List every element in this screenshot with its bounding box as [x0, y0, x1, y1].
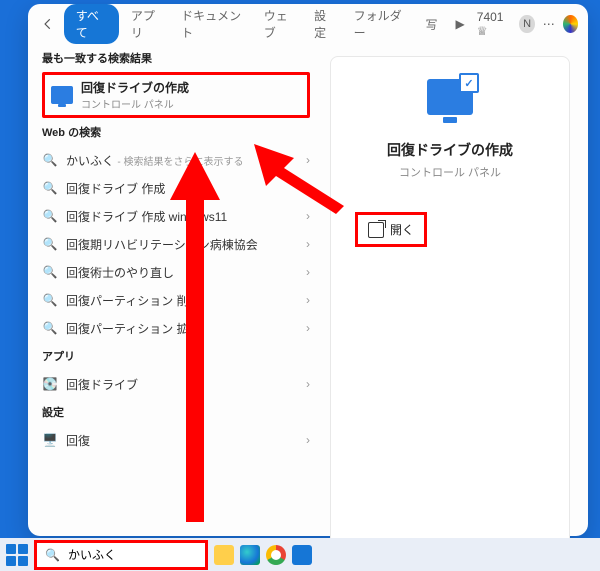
preview-card: ✓ 回復ドライブの作成 コントロール パネル 開く [330, 56, 570, 548]
web-result-label: 回復ドライブ 作成 windows11 [66, 208, 298, 225]
check-icon: ✓ [459, 73, 479, 93]
setting-result-label: 回復 [66, 432, 298, 449]
tab-settings[interactable]: 設定 [308, 7, 342, 41]
settings-section-header: 設定 [42, 404, 310, 420]
best-match-item[interactable]: 回復ドライブの作成 コントロール パネル [42, 72, 310, 118]
chevron-right-icon: › [306, 237, 310, 251]
web-result-label: 回復期リハビリテーション病棟協会 [66, 236, 298, 253]
web-result-label: 回復パーティション 拡張 [66, 320, 298, 337]
web-result-6[interactable]: 🔍 回復パーティション 拡張 › [42, 314, 310, 342]
chevron-right-icon: › [306, 153, 310, 167]
web-result-label: 回復パーティション 削除 [66, 292, 298, 309]
web-result-1[interactable]: 🔍 回復ドライブ 作成 › [42, 174, 310, 202]
search-icon: 🔍 [42, 209, 58, 223]
web-result-4[interactable]: 🔍 回復術士のやり直し › [42, 258, 310, 286]
more-icon[interactable]: ⋯ [543, 17, 555, 31]
open-external-icon [368, 222, 384, 238]
store-icon[interactable] [292, 545, 312, 565]
web-result-hint: - 検索結果をさらに表示する [117, 157, 243, 168]
taskbar-search-input[interactable] [66, 547, 197, 563]
app-result-0[interactable]: 💽 回復ドライブ › [42, 370, 310, 398]
search-icon: 🔍 [42, 321, 58, 335]
web-result-3[interactable]: 🔍 回復期リハビリテーション病棟協会 › [42, 230, 310, 258]
results-left-pane: 最も一致する検索結果 回復ドライブの作成 コントロール パネル Web の検索 … [28, 44, 318, 536]
drive-icon: 💽 [42, 377, 58, 391]
search-icon: 🔍 [42, 293, 58, 307]
chevron-right-icon: › [306, 181, 310, 195]
back-icon[interactable] [38, 13, 58, 35]
chevron-right-icon: › [306, 209, 310, 223]
best-match-title: 回復ドライブの作成 [81, 79, 189, 96]
search-icon: 🔍 [42, 153, 58, 167]
search-icon: 🔍 [45, 548, 60, 562]
chevron-right-icon: › [306, 377, 310, 391]
user-avatar[interactable]: N [519, 15, 534, 33]
search-icon: 🔍 [42, 237, 58, 251]
search-icon: 🔍 [42, 265, 58, 279]
chevron-right-icon: › [306, 433, 310, 447]
web-result-0[interactable]: 🔍 かいふく - 検索結果をさらに表示する › [42, 146, 310, 174]
monitor-icon [51, 86, 73, 104]
preview-pane: ✓ 回復ドライブの作成 コントロール パネル 開く [318, 44, 588, 536]
tab-photos[interactable]: 写 [420, 16, 444, 33]
web-result-2[interactable]: 🔍 回復ドライブ 作成 windows11 › [42, 202, 310, 230]
web-search-header: Web の検索 [42, 124, 310, 140]
tab-more-arrow[interactable]: ▶ [450, 17, 471, 31]
file-explorer-icon[interactable] [214, 545, 234, 565]
app-result-label: 回復ドライブ [66, 376, 298, 393]
open-action[interactable]: 開く [355, 212, 427, 247]
taskbar: 🔍 [0, 538, 600, 571]
rewards-points[interactable]: 7401 ♕ [477, 10, 512, 38]
apps-header: アプリ [42, 348, 310, 364]
search-icon: 🔍 [42, 181, 58, 195]
search-topbar: すべて アプリ ドキュメント ウェブ 設定 フォルダー 写 ▶ 7401 ♕ N… [28, 4, 588, 44]
web-result-label: 回復術士のやり直し [66, 264, 298, 281]
preview-subtitle: コントロール パネル [331, 164, 569, 180]
search-results-window: すべて アプリ ドキュメント ウェブ 設定 フォルダー 写 ▶ 7401 ♕ N… [28, 4, 588, 536]
tab-documents[interactable]: ドキュメント [175, 7, 252, 41]
recovery-icon: 🖥️ [42, 433, 58, 447]
best-match-subtitle: コントロール パネル [81, 96, 189, 111]
open-action-label: 開く [390, 221, 414, 238]
taskbar-search[interactable]: 🔍 [34, 540, 208, 570]
tab-apps[interactable]: アプリ [125, 7, 169, 41]
web-result-label: 回復ドライブ 作成 [66, 180, 298, 197]
web-result-label: かいふく [66, 154, 114, 168]
start-button[interactable] [6, 544, 28, 566]
web-result-5[interactable]: 🔍 回復パーティション 削除 › [42, 286, 310, 314]
tab-all[interactable]: すべて [64, 4, 119, 44]
chevron-right-icon: › [306, 265, 310, 279]
chrome-icon[interactable] [266, 545, 286, 565]
preview-title: 回復ドライブの作成 [331, 140, 569, 160]
copilot-icon[interactable] [563, 15, 578, 33]
chevron-right-icon: › [306, 293, 310, 307]
tab-web[interactable]: ウェブ [258, 7, 302, 41]
best-match-header: 最も一致する検索結果 [42, 50, 310, 66]
tab-folders[interactable]: フォルダー [348, 7, 414, 41]
edge-icon[interactable] [240, 545, 260, 565]
setting-result-0[interactable]: 🖥️ 回復 › [42, 426, 310, 454]
chevron-right-icon: › [306, 321, 310, 335]
